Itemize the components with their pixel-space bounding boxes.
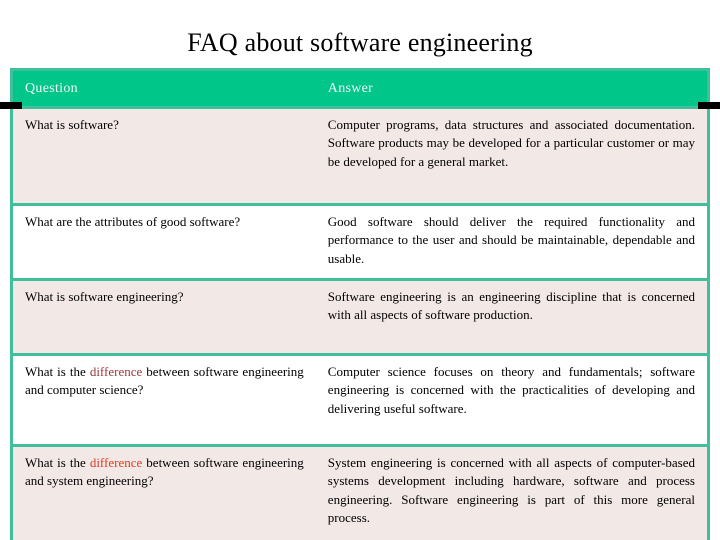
- answer-cell: Good software should deliver the require…: [315, 203, 709, 280]
- answer-cell: Computer science focuses on theory and f…: [315, 353, 709, 446]
- table-row: What are the attributes of good software…: [11, 203, 709, 280]
- question-cell: What is the difference between software …: [11, 353, 316, 446]
- answer-text: Computer programs, data structures and a…: [327, 117, 695, 169]
- table-row: What is the difference between software …: [11, 353, 709, 446]
- table-handle-right-marker: [698, 102, 720, 109]
- question-text: What is software?: [25, 117, 119, 132]
- table-header-row: Question Answer: [11, 69, 709, 108]
- table-header: Question Answer: [11, 69, 709, 108]
- highlighted-word: difference: [89, 455, 143, 470]
- question-cell: What is software engineering?: [11, 278, 316, 355]
- answer-text: Computer science focuses on theory and f…: [327, 364, 695, 416]
- question-cell: What is software?: [11, 106, 316, 205]
- table-body: What is software? Computer programs, dat…: [11, 106, 709, 540]
- table-row: What is the difference between software …: [11, 444, 709, 540]
- column-header-answer: Answer: [315, 69, 709, 108]
- question-text: What is software engineering?: [25, 289, 184, 304]
- faq-table: Question Answer What is software? Comput…: [10, 68, 710, 540]
- table-row: What is software? Computer programs, dat…: [11, 106, 709, 205]
- question-cell: What is the difference between software …: [11, 444, 316, 540]
- text-run: What is the: [25, 455, 90, 470]
- question-text: What are the attributes of good software…: [25, 214, 241, 229]
- question-text-rich: What is the difference between software …: [25, 455, 304, 488]
- slide-canvas: FAQ about software engineering Question …: [0, 0, 720, 540]
- highlighted-word: difference: [89, 364, 143, 379]
- page-title: FAQ about software engineering: [187, 28, 533, 57]
- answer-text: System engineering is concerned with all…: [327, 455, 695, 526]
- column-header-question: Question: [11, 69, 316, 108]
- question-text-rich: What is the difference between software …: [25, 364, 304, 397]
- answer-text: Software engineering is an engineering d…: [327, 289, 695, 323]
- question-cell: What are the attributes of good software…: [11, 203, 316, 280]
- answer-cell: Computer programs, data structures and a…: [315, 106, 709, 205]
- text-run: What is the: [25, 364, 90, 379]
- answer-cell: System engineering is concerned with all…: [315, 444, 709, 540]
- answer-text: Good software should deliver the require…: [327, 214, 695, 266]
- table-handle-left-marker: [0, 102, 22, 109]
- table-row: What is software engineering? Software e…: [11, 278, 709, 355]
- answer-cell: Software engineering is an engineering d…: [315, 278, 709, 355]
